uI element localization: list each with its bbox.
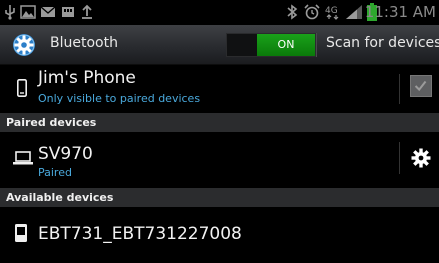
status-bar: 4G 11:31 AM [0,0,439,25]
laptop-icon [13,151,33,165]
email-icon [40,6,56,17]
sd-card-icon [62,7,74,17]
action-bar: Bluetooth ON Scan for devices [0,25,439,65]
visibility-checkbox[interactable] [410,75,432,97]
settings-gear-icon[interactable] [10,31,38,59]
svg-text:4G: 4G [325,6,338,16]
visibility-status: Only visible to paired devices [38,92,201,105]
bluetooth-icon [287,4,298,20]
available-device-row[interactable]: EBT731_EBT731227008 [0,207,439,263]
action-bar-divider [316,33,317,57]
alarm-icon [304,4,320,20]
4g-icon: 4G [325,6,339,20]
phone-icon [17,79,27,97]
paired-device-name: SV970 [38,144,93,164]
signal-icon [346,5,362,19]
section-header-paired: Paired devices [0,113,439,132]
section-header-available: Available devices [0,188,439,207]
row-divider [399,142,400,174]
device-settings-gear-icon[interactable] [411,148,431,168]
upload-icon [82,4,92,19]
scan-for-devices-button[interactable]: Scan for devices [326,35,439,51]
toggle-on-label: ON [257,34,315,56]
bluetooth-toggle[interactable]: ON [226,33,316,57]
paired-device-row[interactable]: SV970 Paired [0,132,439,184]
available-device-name: EBT731_EBT731227008 [38,224,242,244]
paired-device-status: Paired [38,166,72,179]
page-title: Bluetooth [50,35,118,51]
phone-icon [15,224,27,242]
usb-icon [5,5,15,20]
status-time: 11:31 AM [364,3,436,21]
row-divider [399,74,400,104]
checkmark-icon [414,80,427,92]
this-device-row[interactable]: Jim's Phone Only visible to paired devic… [0,66,439,113]
device-name: Jim's Phone [38,68,136,88]
image-icon [20,5,36,19]
